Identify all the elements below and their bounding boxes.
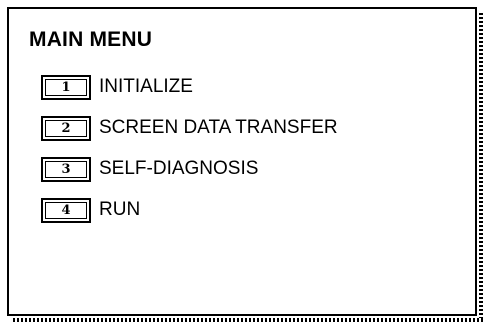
menu-key-number: 4 [61, 202, 71, 218]
main-menu-panel: MAIN MENU 1 INITIALIZE 2 SCREEN DATA TRA… [7, 7, 477, 316]
menu-item-label[interactable]: INITIALIZE [99, 76, 193, 98]
window-shadow-right [479, 13, 483, 321]
menu-item-label[interactable]: RUN [99, 199, 140, 221]
menu-item-label[interactable]: SELF-DIAGNOSIS [99, 158, 258, 180]
window-shadow-bottom [13, 318, 483, 322]
menu-key-3-button[interactable]: 3 [41, 156, 91, 182]
page-title: MAIN MENU [29, 28, 153, 51]
menu-item-initialize[interactable]: 1 INITIALIZE [41, 73, 338, 101]
main-menu-list: 1 INITIALIZE 2 SCREEN DATA TRANSFER 3 SE… [41, 73, 338, 237]
menu-item-label[interactable]: SCREEN DATA TRANSFER [99, 117, 338, 139]
menu-item-screen-data-transfer[interactable]: 2 SCREEN DATA TRANSFER [41, 114, 338, 142]
menu-key-number: 3 [61, 161, 71, 177]
menu-key-2-button[interactable]: 2 [41, 115, 91, 141]
menu-item-run[interactable]: 4 RUN [41, 196, 338, 224]
menu-key-number: 2 [61, 120, 71, 136]
menu-key-number: 1 [61, 79, 71, 95]
menu-key-4-button[interactable]: 4 [41, 197, 91, 223]
menu-key-1-button[interactable]: 1 [41, 74, 91, 100]
menu-item-self-diagnosis[interactable]: 3 SELF-DIAGNOSIS [41, 155, 338, 183]
